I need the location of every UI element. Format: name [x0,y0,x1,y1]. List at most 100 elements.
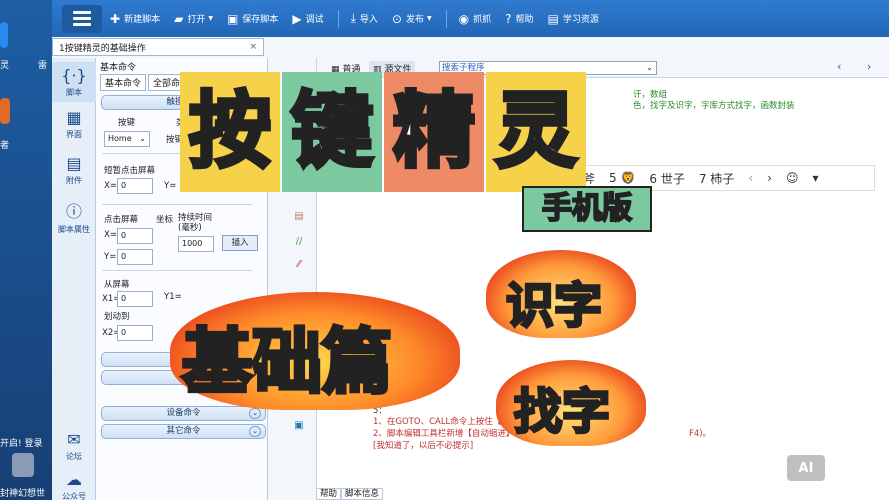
tab-basic-commands[interactable]: 基本命令 [100,74,147,91]
comment-icon[interactable]: // [290,236,308,247]
candidate-item[interactable]: 6 世子 [649,170,684,187]
save-icon: ▣ [226,11,239,26]
divider [102,204,252,205]
prev-page-icon[interactable]: ‹ [748,171,753,185]
swipe-x2-input[interactable]: 0 [117,325,153,341]
tab-help[interactable]: 帮助 [316,488,342,500]
find-title: 找字 [512,383,611,442]
candidate-item[interactable]: 5 🦁 [609,171,635,185]
folder-open-icon: ▰ [174,11,184,26]
toolbar-import[interactable]: ⤓ 导入 [351,11,378,26]
group-label: 设备命令 [166,408,201,418]
toolbar-capture[interactable]: ◉ 抓抓 [459,12,492,26]
toolbar-divider [337,9,339,28]
desktop-app-icon[interactable] [0,22,8,48]
y-label: Y= [104,252,117,262]
nav-wechat[interactable]: ☁ 公众号 [52,470,96,500]
next-page-icon[interactable]: › [767,171,772,185]
key-select[interactable]: Home ⌄ [104,131,150,147]
uncomment-icon[interactable]: ⁄⁄ [290,259,308,270]
nav-forum[interactable]: ✉ 论坛 [52,430,96,462]
toolbar-debug[interactable]: ▶ 调试 [292,12,323,26]
x-label: X= [104,181,117,191]
toolbar-publish[interactable]: ⊙ 发布 ▼ [392,12,432,26]
menu-button[interactable] [62,4,102,33]
attachment-icon: ▤ [66,154,82,173]
key-label: 按键 [118,118,136,128]
nav-script-properties[interactable]: ⓘ 脚本属性 [52,198,96,235]
tab-script-info[interactable]: 脚本信息 [341,488,384,500]
toolbar-label: 帮助 [515,15,534,25]
short-click-x-input[interactable]: 0 [117,178,153,194]
subtitle-badge: 手机版 [522,186,652,232]
toolbar-save[interactable]: ▣ 保存脚本 [227,12,278,26]
nav-label: 脚本属性 [58,225,90,234]
next-icon[interactable]: › [867,60,871,73]
nav-interface[interactable]: ▦ 界面 [52,108,96,140]
basic-title: 基础篇 [180,319,394,405]
click-y-input[interactable]: 0 [117,249,153,265]
emoji-icon[interactable]: ☺ [786,171,799,185]
nav-attachment[interactable]: ▤ 附件 [52,154,96,186]
candidate-item[interactable]: 7 柿子 [699,170,734,187]
dropdown-arrow-icon: ▼ [426,15,432,22]
desktop-app-icon[interactable] [12,453,34,477]
toolbar-label: 抓抓 [473,15,492,25]
prev-icon[interactable]: ‹ [837,60,841,73]
title-char: 精 [384,72,484,192]
duration-input[interactable]: 1000 [178,236,214,252]
click-screen-label: 点击屏幕 [104,215,139,225]
close-icon[interactable]: × [249,42,257,52]
dismiss-tips-link[interactable]: [我知道了，以后不必提示] [373,439,473,451]
duration-label: 持续时间 (毫秒) [178,213,213,233]
swipe-x1-input[interactable]: 0 [117,291,153,307]
nav-label: 附件 [66,176,82,185]
toolbar-label: 学习资源 [562,15,599,25]
key-select-value: Home [108,134,132,143]
toolbar-help[interactable]: ? 帮助 [505,12,533,26]
title-banner: 按 键 精 灵 [180,72,588,192]
wechat-icon: ☁ [66,470,82,489]
screen: 灵 雷 者 开启! 登录 封神幻想世 ✚ 新建脚本 ▰ 打开 ▼ ▣ 保存脚本 ▶ 调试 … [0,0,889,500]
ai-badge-icon: AI [785,453,827,483]
dropdown-arrow-icon: ▼ [208,15,213,22]
nav-label: 论坛 [66,452,82,461]
group-label: 其它命令 [166,426,201,436]
swipe-to-label: 划动到 [104,312,130,322]
title-char: 灵 [486,72,586,192]
desktop-label: 灵 [0,61,10,71]
toolbar-learn[interactable]: ▤ 学习资源 [547,12,598,26]
toolbar-label: 打开 [187,15,206,25]
editor-comment-line: 色，找字及识字，字库方式找字，函数封装 [633,101,795,111]
watermark-text: 树叶云 [833,462,873,478]
script-icon: {·} [61,66,87,85]
desktop-app-icon[interactable] [0,98,10,124]
watermark: AI 树叶云 [785,453,872,483]
desktop-label: 者 [0,141,10,151]
short-click-label: 短暂点击屏幕 [104,166,156,176]
plus-icon: ✚ [110,11,121,26]
nav-script[interactable]: {·} 脚本 [52,62,96,102]
chevron-down-icon: ⌄ [645,63,653,73]
toolbar-open[interactable]: ▰ 打开 ▼ [174,12,213,26]
publish-icon: ⊙ [391,11,402,26]
y-label: Y= [164,181,177,191]
indent-icon[interactable]: ▣ [290,420,308,431]
toolbar-new-script[interactable]: ✚ 新建脚本 [110,12,160,26]
desktop-strip: 灵 雷 者 开启! 登录 封神幻想世 [0,0,52,500]
document-tab[interactable]: 1按键精灵的基础操作 × [52,38,264,56]
interface-icon: ▦ [66,108,82,127]
chevron-down-icon: ⌄ [139,134,146,143]
chevron-down-icon: ⌄ [249,426,261,437]
toolbar-label: 发布 [405,15,424,25]
expand-icon[interactable]: ▾ [812,171,818,185]
copy-icon[interactable]: ▤ [290,211,308,222]
other-commands-group[interactable]: 其它命令 ⌄ [101,424,266,439]
bottom-tabs: 帮助 脚本信息 [316,488,384,500]
nav-label: 界面 [66,130,82,139]
insert-button[interactable]: 插入 [222,235,258,251]
device-commands-group[interactable]: 设备命令 ⌄ [101,406,266,421]
click-x-input[interactable]: 0 [117,228,153,244]
toolbar-divider [445,9,447,28]
toolbar-label: 保存脚本 [242,15,279,25]
